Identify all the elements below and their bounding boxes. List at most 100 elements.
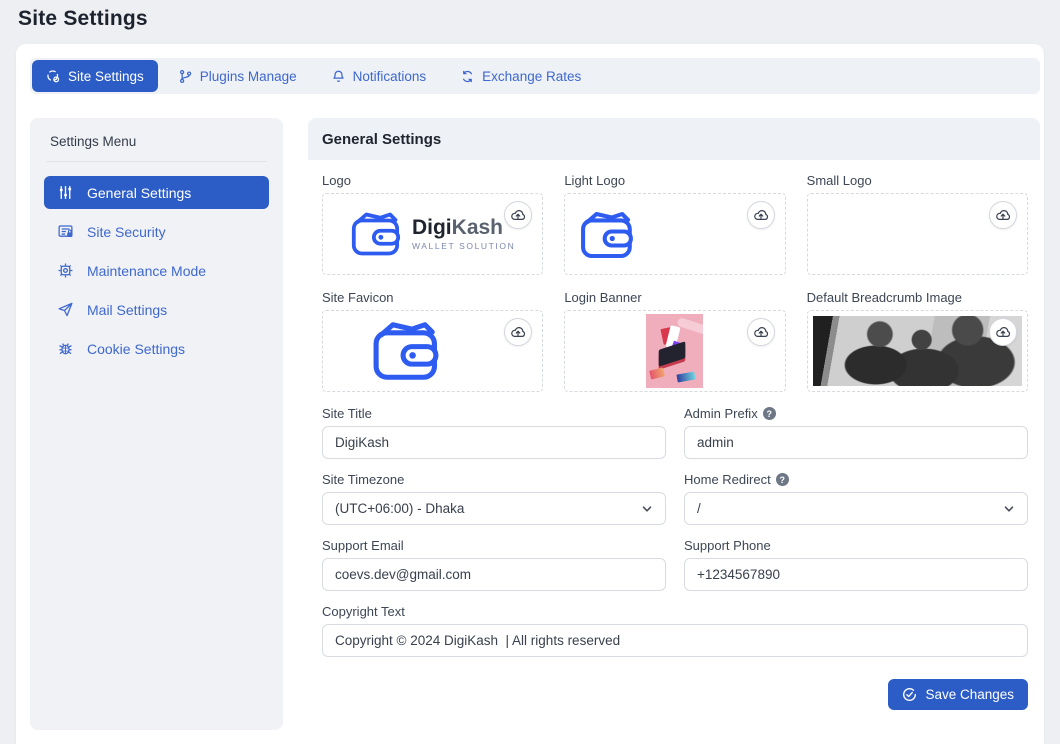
chevron-down-icon: [1003, 503, 1015, 515]
bell-icon: [331, 69, 346, 84]
sidebar-menu: General Settings Site Security Maintenan…: [30, 162, 283, 379]
save-changes-button[interactable]: Save Changes: [888, 679, 1028, 710]
field-label: Support Phone: [684, 538, 1028, 553]
sidebar-item-maintenance-mode[interactable]: Maintenance Mode: [44, 254, 269, 287]
upload-label: Small Logo: [807, 173, 1028, 188]
field-label: Site Timezone: [322, 472, 666, 487]
field-site-timezone: Site Timezone (UTC+06:00) - Dhaka: [322, 472, 666, 525]
upload-field-breadcrumb-image: Default Breadcrumb Image: [807, 290, 1028, 392]
brand-text: DigiKash WALLET SOLUTION: [412, 217, 515, 251]
upload-label: Light Logo: [564, 173, 785, 188]
field-home-redirect: Home Redirect ? /: [684, 472, 1028, 525]
field-label: Copyright Text: [322, 604, 1028, 619]
site-title-input[interactable]: [322, 426, 666, 459]
help-icon[interactable]: ?: [763, 407, 776, 420]
field-label: Support Email: [322, 538, 666, 553]
cloud-upload-icon: [995, 324, 1011, 340]
selected-value: /: [697, 501, 701, 516]
general-settings-panel: General Settings Logo DigiKash: [308, 118, 1040, 744]
logo-preview: DigiKash WALLET SOLUTION: [350, 210, 515, 258]
upload-label: Site Favicon: [322, 290, 543, 305]
tab-label: Notifications: [353, 69, 427, 84]
cloud-upload-icon: [995, 207, 1011, 223]
tab-exchange-rates[interactable]: Exchange Rates: [446, 60, 595, 92]
field-label: Site Title: [322, 406, 666, 421]
sidebar-item-label: General Settings: [87, 185, 191, 201]
upload-field-logo: Logo DigiKash WALLET SOLUTION: [322, 173, 543, 275]
help-icon[interactable]: ?: [776, 473, 789, 486]
field-support-phone: Support Phone: [684, 538, 1028, 591]
small-logo-upload-box[interactable]: [807, 193, 1028, 275]
field-label: Admin Prefix ?: [684, 406, 1028, 421]
cloud-upload-icon: [510, 207, 526, 223]
cloud-upload-icon: [510, 324, 526, 340]
wallet-logo-icon: [350, 210, 402, 258]
exchange-arrows-icon: [460, 69, 475, 84]
chevron-down-icon: [641, 503, 653, 515]
page-title: Site Settings: [18, 7, 148, 31]
panel-header: General Settings: [308, 118, 1040, 160]
sidebar-title: Settings Menu: [30, 118, 283, 161]
tab-site-settings[interactable]: Site Settings: [32, 60, 158, 92]
upload-field-light-logo: Light Logo: [564, 173, 785, 275]
upload-label: Default Breadcrumb Image: [807, 290, 1028, 305]
wallet-favicon-icon: [371, 320, 441, 382]
breadcrumb-image-upload-box[interactable]: [807, 310, 1028, 392]
upload-button[interactable]: [747, 318, 775, 346]
sidebar-item-mail-settings[interactable]: Mail Settings: [44, 293, 269, 326]
bug-icon: [57, 340, 74, 357]
upload-field-small-logo: Small Logo: [807, 173, 1028, 275]
field-support-email: Support Email: [322, 538, 666, 591]
upload-field-site-favicon: Site Favicon: [322, 290, 543, 392]
upload-button[interactable]: [504, 201, 532, 229]
upload-grid: Logo DigiKash WALLET SOLUTION: [322, 173, 1028, 392]
upload-field-login-banner: Login Banner: [564, 290, 785, 392]
check-circle-icon: [902, 687, 917, 702]
field-label: Home Redirect ?: [684, 472, 1028, 487]
field-copyright-text: Copyright Text: [322, 604, 1028, 657]
secure-document-icon: [57, 223, 74, 240]
brand-name: DigiKash: [412, 217, 515, 239]
site-timezone-select[interactable]: (UTC+06:00) - Dhaka: [322, 492, 666, 525]
upload-label: Login Banner: [564, 290, 785, 305]
admin-prefix-input[interactable]: [684, 426, 1028, 459]
git-branch-icon: [178, 69, 193, 84]
chip-gear-icon: [57, 262, 74, 279]
tab-label: Exchange Rates: [482, 69, 581, 84]
sidebar-item-label: Cookie Settings: [87, 341, 185, 357]
tab-bar: Site Settings Plugins Manage Notificatio…: [30, 58, 1040, 94]
brand-tagline: WALLET SOLUTION: [412, 242, 515, 251]
upload-button[interactable]: [747, 201, 775, 229]
sidebar-item-label: Maintenance Mode: [87, 263, 206, 279]
site-favicon-upload-box[interactable]: [322, 310, 543, 392]
home-redirect-select[interactable]: /: [684, 492, 1028, 525]
upload-button[interactable]: [989, 201, 1017, 229]
support-phone-input[interactable]: [684, 558, 1028, 591]
copyright-text-input[interactable]: [322, 624, 1028, 657]
settings-form: Site Title Admin Prefix ? Site Timezone …: [322, 406, 1028, 657]
sidebar-item-label: Site Security: [87, 224, 166, 240]
logo-upload-box[interactable]: DigiKash WALLET SOLUTION: [322, 193, 543, 275]
sidebar-item-general-settings[interactable]: General Settings: [44, 176, 269, 209]
cloud-upload-icon: [753, 324, 769, 340]
cloud-upload-icon: [753, 207, 769, 223]
panel-footer: Save Changes: [322, 657, 1028, 724]
sidebar-item-site-security[interactable]: Site Security: [44, 215, 269, 248]
tab-label: Site Settings: [68, 69, 144, 84]
upload-label: Logo: [322, 173, 543, 188]
globe-gear-icon: [46, 69, 61, 84]
selected-value: (UTC+06:00) - Dhaka: [335, 501, 464, 516]
panel-title: General Settings: [322, 131, 441, 148]
wallet-logo-icon: [579, 210, 635, 260]
settings-sidebar: Settings Menu General Settings Site Secu…: [30, 118, 283, 730]
sidebar-item-label: Mail Settings: [87, 302, 167, 318]
support-email-input[interactable]: [322, 558, 666, 591]
login-banner-upload-box[interactable]: [564, 310, 785, 392]
panel-body: Logo DigiKash WALLET SOLUTION: [308, 160, 1040, 724]
upload-button[interactable]: [989, 318, 1017, 346]
tab-plugins-manage[interactable]: Plugins Manage: [164, 60, 311, 92]
light-logo-upload-box[interactable]: [564, 193, 785, 275]
tab-notifications[interactable]: Notifications: [317, 60, 441, 92]
upload-button[interactable]: [504, 318, 532, 346]
sidebar-item-cookie-settings[interactable]: Cookie Settings: [44, 332, 269, 365]
